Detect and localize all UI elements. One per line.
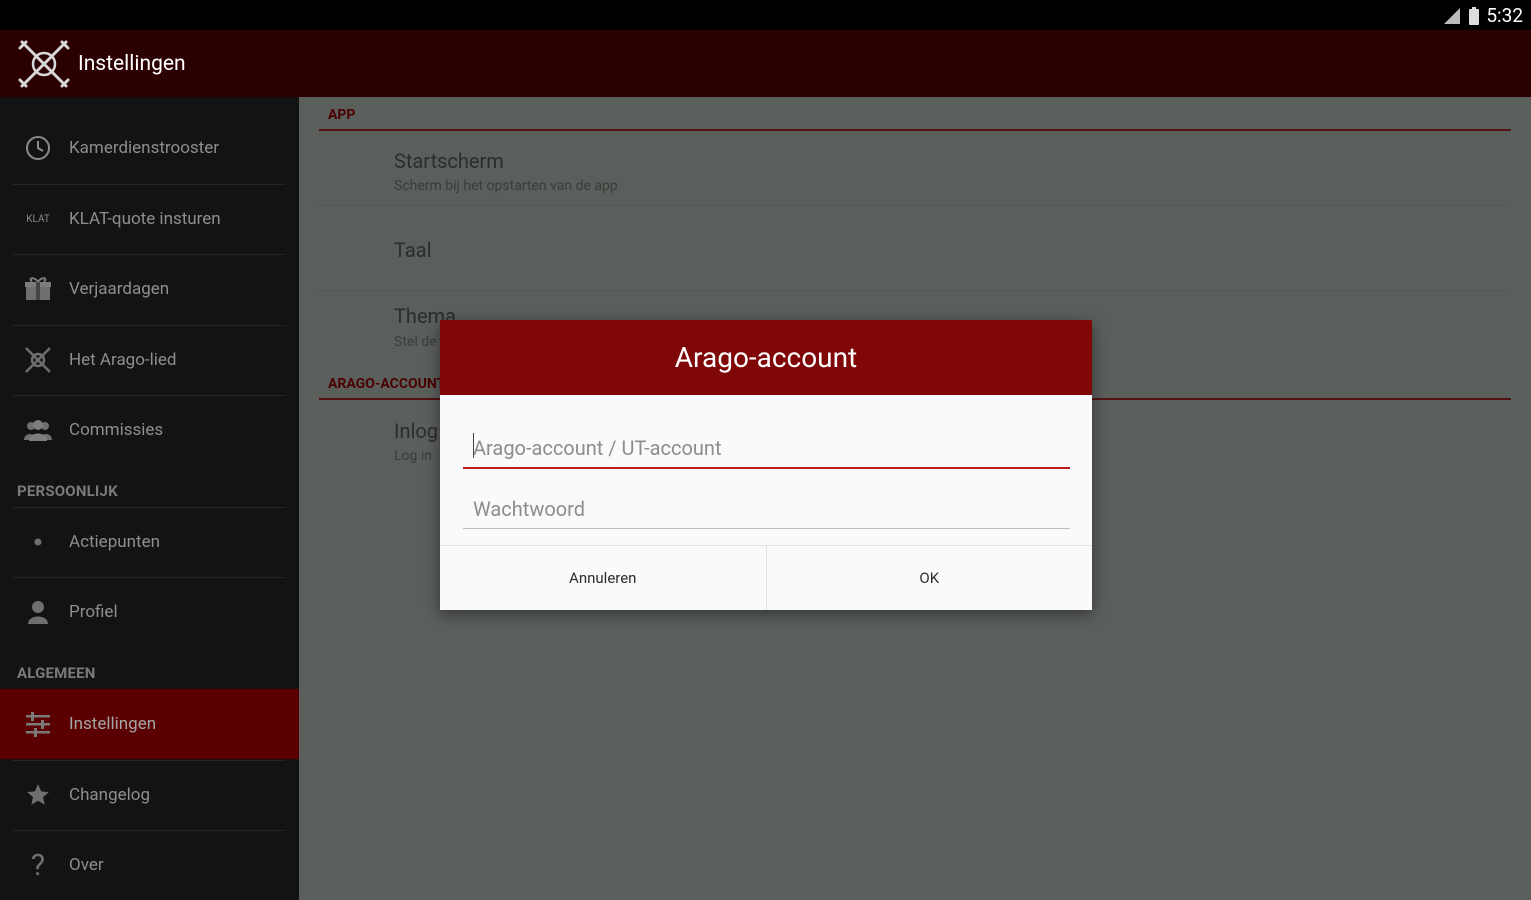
status-icons: 5:32: [1442, 4, 1523, 27]
section-header-app: APP: [328, 107, 356, 123]
pref-title: Inlog: [394, 419, 438, 443]
clock-icon: [18, 133, 58, 163]
drawer-item-verjaardagen[interactable]: Verjaardagen: [0, 254, 299, 324]
group-icon: [18, 415, 58, 445]
dialog-buttons: Annuleren OK: [440, 545, 1092, 610]
drawer-section-algemeen: ALGEMEEN: [17, 664, 96, 682]
drawer-item-commissies[interactable]: Commissies: [0, 395, 299, 465]
drawer-item-klat-quote[interactable]: KLAT KLAT-quote insturen: [0, 184, 299, 254]
help-icon: ?: [30, 847, 46, 883]
drawer-section-persoonlijk: PERSOONLIJK: [17, 482, 118, 500]
drawer-item-arago-lied[interactable]: Het Arago-lied: [0, 325, 299, 395]
drawer-item-label: Changelog: [69, 785, 150, 805]
section-divider: [319, 129, 1511, 131]
username-field[interactable]: [463, 425, 1070, 469]
app-bar: Instellingen: [0, 30, 1531, 97]
text-cursor: [473, 433, 474, 458]
password-field[interactable]: [463, 485, 1070, 529]
drawer-item-label: Over: [69, 855, 104, 875]
drawer-item-instellingen[interactable]: Instellingen: [0, 689, 299, 759]
drawer-item-label: Commissies: [69, 420, 164, 440]
star-icon: [18, 780, 58, 810]
pref-summary: Stel de: [394, 334, 437, 350]
battery-icon: [1469, 6, 1480, 25]
drawer-item-label: Kamerdienstrooster: [69, 138, 219, 158]
status-time: 5:32: [1486, 4, 1523, 27]
drawer-item-label: Profiel: [69, 602, 118, 622]
signal-icon: [1444, 7, 1461, 24]
username-input[interactable]: [463, 425, 1070, 467]
drawer-item-label: Actiepunten: [69, 532, 160, 552]
cancel-button[interactable]: Annuleren: [440, 546, 766, 610]
sliders-icon: [18, 709, 58, 739]
pref-title: Startscherm: [394, 149, 504, 173]
pref-title: Taal: [394, 238, 432, 262]
drawer-item-kamerdienstrooster[interactable]: Kamerdienstrooster: [0, 113, 299, 183]
dialog-header: Arago-account: [440, 320, 1092, 395]
pref-summary: Log in: [394, 448, 432, 464]
drawer-item-actiepunten[interactable]: Actiepunten: [0, 507, 299, 577]
drawer-item-over[interactable]: ? Over: [0, 830, 299, 900]
drawer-item-changelog[interactable]: Changelog: [0, 760, 299, 830]
gift-icon: [18, 274, 58, 304]
klat-icon: KLAT: [26, 213, 50, 225]
navigation-drawer: Kamerdienstrooster KLAT KLAT-quote instu…: [0, 97, 299, 900]
ok-button[interactable]: OK: [765, 546, 1093, 610]
bullet-icon: [18, 527, 58, 557]
dialog-title: Arago-account: [674, 341, 858, 374]
login-dialog: Arago-account Annuleren OK: [440, 320, 1092, 610]
arago-logo-icon[interactable]: [16, 36, 72, 92]
drawer-item-label: Verjaardagen: [69, 279, 170, 299]
drawer-item-label: KLAT-quote insturen: [69, 209, 221, 229]
arago-logo-icon: [18, 345, 58, 375]
drawer-item-label: Het Arago-lied: [69, 350, 177, 370]
pref-summary: Scherm bij het opstarten van de app: [394, 178, 618, 194]
person-icon: [18, 597, 58, 627]
pref-divider: [319, 205, 1511, 206]
section-header-account: ARAGO-ACCOUNT: [328, 376, 446, 392]
status-bar: 5:32: [0, 0, 1531, 30]
drawer-item-profiel[interactable]: Profiel: [0, 577, 299, 647]
password-input[interactable]: [463, 485, 1070, 528]
drawer-item-label: Instellingen: [69, 714, 157, 734]
app-title: Instellingen: [78, 51, 186, 76]
pref-divider: [319, 290, 1511, 291]
